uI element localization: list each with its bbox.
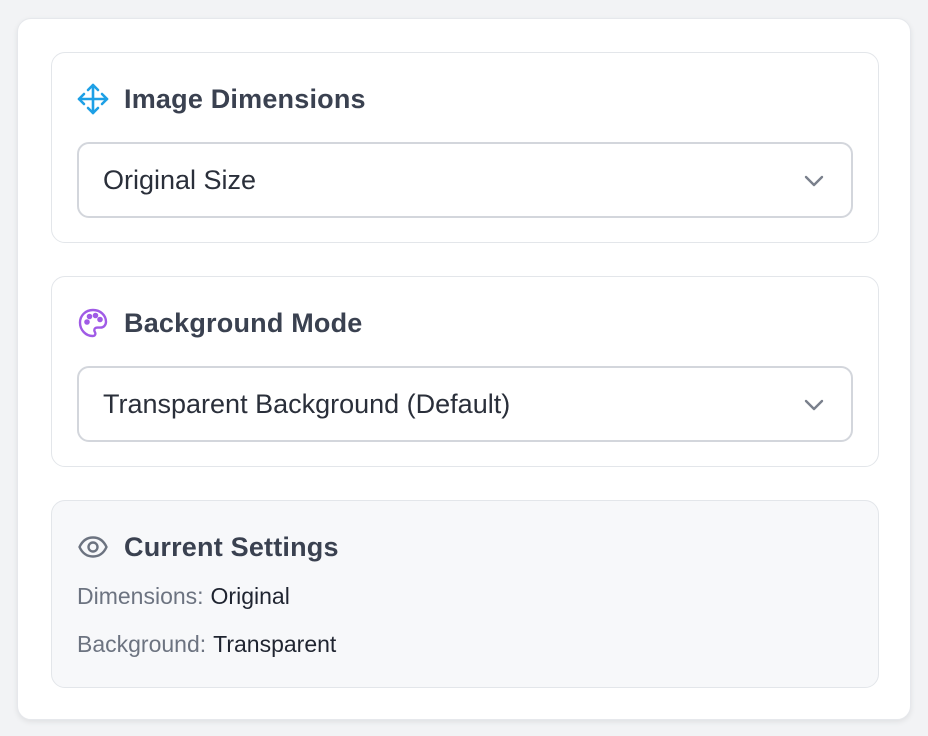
background-mode-title: Background Mode xyxy=(124,307,363,338)
chevron-down-icon xyxy=(803,170,825,192)
image-dimensions-section: Image Dimensions Original Size xyxy=(51,52,879,243)
current-dimensions-label: Dimensions: xyxy=(77,583,204,609)
eye-icon xyxy=(77,531,109,563)
image-dimensions-header: Image Dimensions xyxy=(77,81,366,117)
current-background-label: Background: xyxy=(77,631,207,657)
palette-icon xyxy=(77,307,109,339)
background-mode-header: Background Mode xyxy=(77,305,363,341)
background-mode-select[interactable]: Transparent Background (Default) xyxy=(77,366,853,442)
dimensions-select-value: Original Size xyxy=(103,164,257,195)
current-background-value: Transparent xyxy=(213,631,337,657)
move-arrows-icon xyxy=(77,83,109,115)
background-mode-select-value: Transparent Background (Default) xyxy=(103,388,511,419)
current-settings-section: Current Settings Dimensions: Original Ba… xyxy=(51,500,879,688)
dimensions-select[interactable]: Original Size xyxy=(77,142,853,218)
settings-panel: Image Dimensions Original Size Backgroun… xyxy=(17,18,911,720)
current-dimensions-line: Dimensions: Original xyxy=(77,583,290,610)
current-settings-header: Current Settings xyxy=(77,529,339,565)
image-dimensions-title: Image Dimensions xyxy=(124,83,366,114)
background-mode-section: Background Mode Transparent Background (… xyxy=(51,276,879,467)
current-dimensions-value: Original xyxy=(210,583,290,609)
chevron-down-icon xyxy=(803,394,825,416)
current-settings-title: Current Settings xyxy=(124,531,339,562)
current-background-line: Background: Transparent xyxy=(77,631,336,658)
